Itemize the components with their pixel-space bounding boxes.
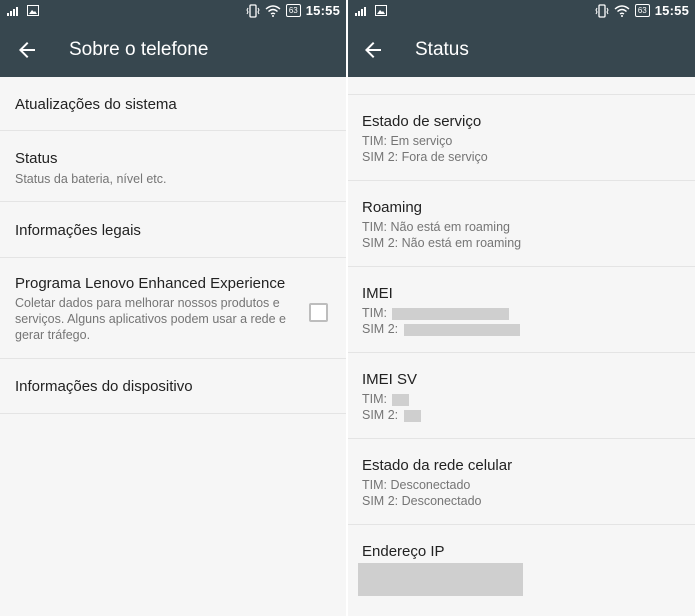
- image-notification-icon: [375, 5, 387, 16]
- item-subtitle: Coletar dados para melhorar nossos produ…: [15, 296, 286, 342]
- item-line-sim2: SIM 2: Fora de serviço: [362, 150, 488, 164]
- status-bar: 63 15:55: [348, 0, 695, 24]
- status-screen: 63 15:55 Status Estado de serviço TIM: E…: [348, 0, 695, 616]
- status-bar: 63 15:55: [0, 0, 346, 24]
- list-item-service-state[interactable]: Estado de serviço TIM: Em serviço SIM 2:…: [348, 95, 695, 181]
- back-arrow-icon[interactable]: [361, 38, 385, 62]
- signal-icon: [355, 6, 366, 16]
- clock: 15:55: [305, 3, 340, 18]
- item-line-sim2: SIM 2: Não está em roaming: [362, 236, 522, 250]
- redacted-ip-address: [358, 563, 523, 596]
- sobre-o-telefone-screen: 63 15:55 Sobre o telefone Atualizações d…: [0, 0, 346, 616]
- vibrate-icon: [595, 3, 609, 18]
- wifi-icon: [265, 4, 281, 17]
- clock: 15:55: [654, 3, 689, 18]
- list-item-cellular-network-state[interactable]: Estado da rede celular TIM: Desconectado…: [348, 439, 695, 525]
- page-title: Status: [415, 39, 469, 60]
- item-title: Estado da rede celular: [362, 457, 513, 474]
- vibrate-icon: [246, 3, 260, 18]
- wifi-icon: [614, 4, 630, 17]
- item-line-tim: TIM:: [362, 306, 387, 320]
- list-item-roaming[interactable]: Roaming TIM: Não está em roaming SIM 2: …: [348, 181, 695, 267]
- item-line-sim2: SIM 2: Desconectado: [362, 494, 482, 508]
- enhanced-experience-checkbox[interactable]: [309, 303, 328, 322]
- item-title: Atualizações do sistema: [15, 96, 177, 113]
- item-line-tim: TIM: Não está em roaming: [362, 220, 510, 234]
- battery-icon: 63: [634, 4, 650, 17]
- list-item-lenovo-enhanced-experience[interactable]: Programa Lenovo Enhanced Experience Cole…: [0, 258, 346, 359]
- redacted-imeisv-tim: [392, 393, 410, 406]
- app-bar: Status: [348, 24, 695, 77]
- list-item-top-partial: [348, 77, 695, 95]
- redacted-imeisv-sim2: [403, 409, 421, 422]
- list-item-status[interactable]: Status Status da bateria, nível etc.: [0, 131, 346, 202]
- back-arrow-icon[interactable]: [15, 38, 39, 62]
- item-title: Programa Lenovo Enhanced Experience: [15, 275, 286, 292]
- battery-icon: 63: [285, 4, 301, 17]
- item-line-tim: TIM: Em serviço: [362, 134, 453, 148]
- item-line-tim: TIM:: [362, 392, 387, 406]
- item-title: Informações do dispositivo: [15, 378, 193, 395]
- item-title: IMEI SV: [362, 371, 418, 388]
- list-item-imei-sv[interactable]: IMEI SV TIM: SIM 2:: [348, 353, 695, 439]
- page-title: Sobre o telefone: [69, 39, 209, 60]
- redacted-imei-sim2: [403, 323, 520, 336]
- image-notification-icon: [27, 5, 39, 16]
- list-item-system-updates[interactable]: Atualizações do sistema: [0, 77, 346, 131]
- item-subtitle: Status da bateria, nível etc.: [15, 172, 167, 186]
- item-title: Informações legais: [15, 222, 141, 239]
- item-line-sim2: SIM 2:: [362, 408, 399, 422]
- app-bar: Sobre o telefone: [0, 24, 346, 77]
- list-item-device-info[interactable]: Informações do dispositivo: [0, 359, 346, 414]
- item-title: Estado de serviço: [362, 113, 482, 130]
- item-title: Roaming: [362, 199, 423, 216]
- item-title: Status: [15, 150, 58, 167]
- signal-icon: [7, 6, 18, 16]
- item-line-tim: TIM: Desconectado: [362, 478, 471, 492]
- item-title: IMEI: [362, 285, 393, 302]
- item-line-sim2: SIM 2:: [362, 322, 399, 336]
- list-item-legal-info[interactable]: Informações legais: [0, 202, 346, 258]
- list-item-ip-address[interactable]: Endereço IP: [348, 525, 695, 615]
- list-item-imei[interactable]: IMEI TIM: SIM 2:: [348, 267, 695, 353]
- item-title: Endereço IP: [362, 543, 445, 560]
- redacted-imei-tim: [392, 307, 510, 320]
